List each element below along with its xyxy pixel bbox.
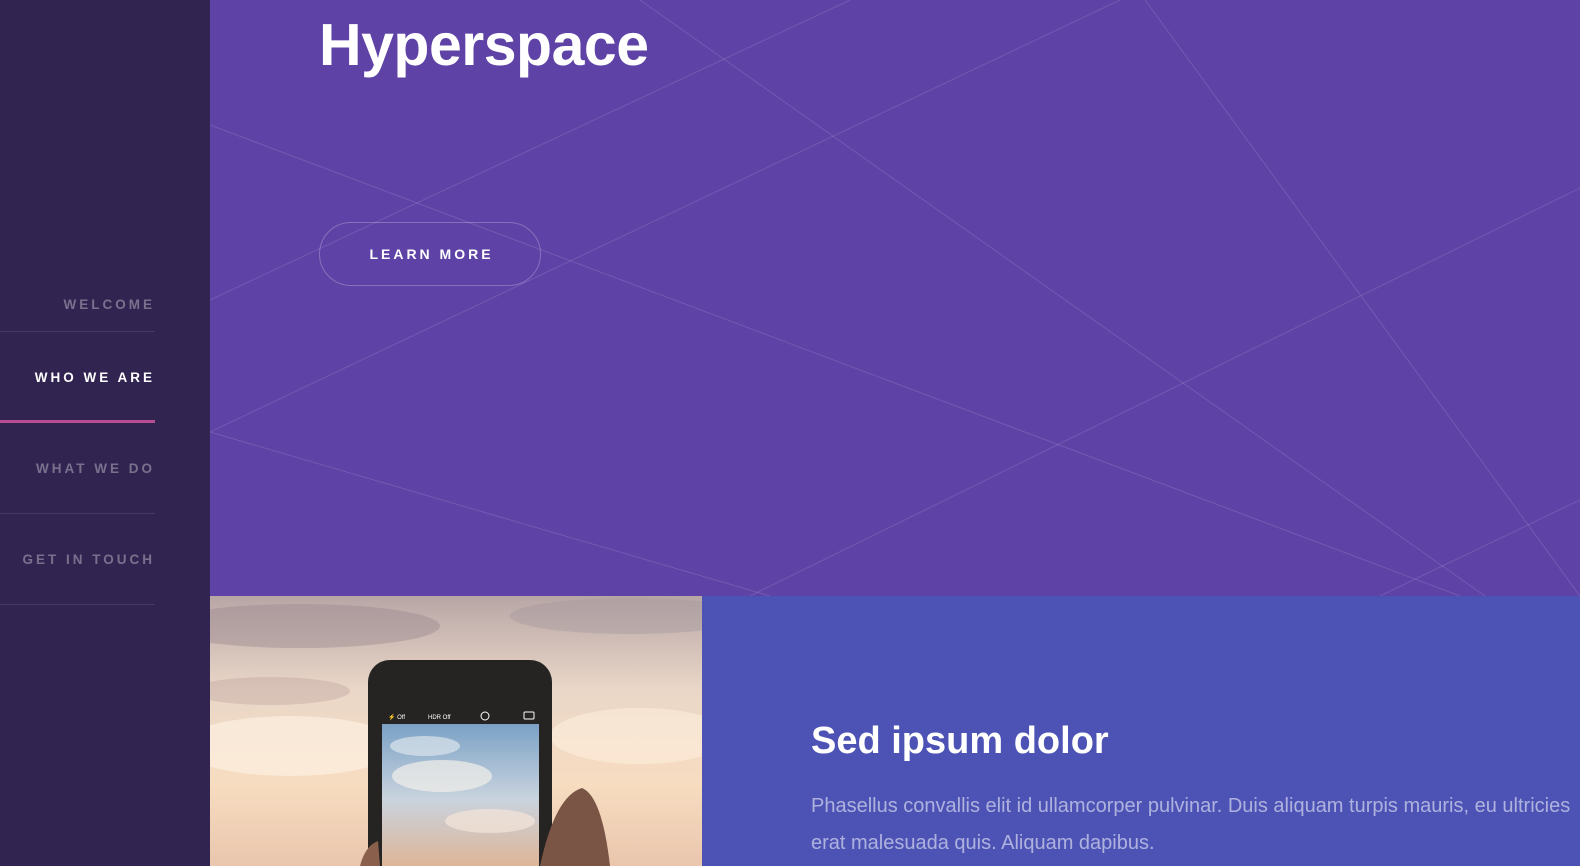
sidebar-item-label: GET IN TOUCH (22, 552, 155, 567)
phone-photo-illustration: ⚡ Off HDR Off (210, 596, 702, 866)
sidebar-item-label: WHO WE ARE (34, 370, 155, 385)
sidebar-item-get-in-touch[interactable]: GET IN TOUCH (0, 514, 155, 605)
sidebar-item-who-we-are[interactable]: WHO WE ARE (0, 332, 155, 423)
page-title: Hyperspace (319, 12, 649, 78)
svg-text:⚡ Off: ⚡ Off (388, 713, 405, 721)
feature-content: Sed ipsum dolor Phasellus convallis elit… (702, 596, 1580, 866)
feature-title: Sed ipsum dolor (811, 720, 1109, 762)
sidebar-item-what-we-do[interactable]: WHAT WE DO (0, 423, 155, 514)
hero-section: Hyperspace LEARN MORE (210, 0, 1580, 596)
phone-photo-image: ⚡ Off HDR Off (210, 596, 702, 866)
svg-text:HDR Off: HDR Off (428, 715, 451, 721)
sidebar: WELCOME WHO WE ARE WHAT WE DO GET IN TOU… (0, 0, 210, 866)
sidebar-item-label: WELCOME (63, 297, 155, 312)
feature-text: Phasellus convallis elit id ullamcorper … (811, 795, 1571, 854)
feature-section: ⚡ Off HDR Off Sed ipsum dolor Phasellus … (210, 596, 1580, 866)
sidebar-item-label: WHAT WE DO (36, 461, 155, 476)
sidebar-nav: WELCOME WHO WE ARE WHAT WE DO GET IN TOU… (0, 258, 155, 605)
hero-background-lines (210, 0, 1580, 596)
sidebar-item-welcome[interactable]: WELCOME (0, 258, 155, 332)
learn-more-button[interactable]: LEARN MORE (319, 222, 541, 286)
